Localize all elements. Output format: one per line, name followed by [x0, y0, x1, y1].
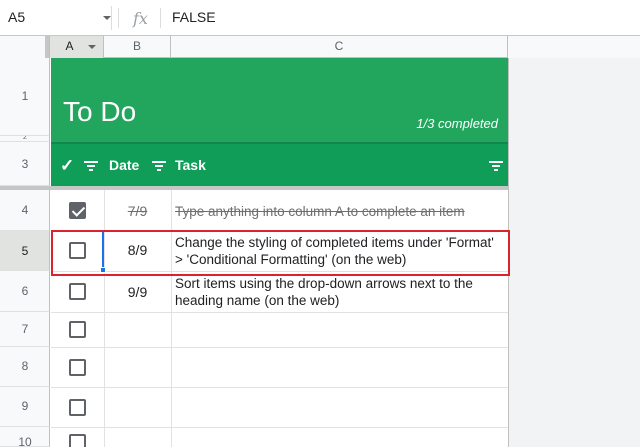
check-column-header: ✓ — [60, 156, 75, 175]
task-grid — [51, 190, 508, 447]
formula-input[interactable]: FALSE — [172, 9, 216, 25]
row-header-1[interactable]: 1 — [0, 58, 50, 136]
task-date[interactable]: 9/9 — [104, 284, 171, 300]
chevron-down-icon[interactable] — [100, 8, 114, 28]
row-header-3[interactable]: 3 — [0, 142, 50, 186]
table-header-row: ✓ Date Task — [51, 142, 508, 186]
task-checkbox[interactable] — [69, 359, 86, 376]
title-band[interactable]: To Do 1/3 completed — [51, 58, 508, 142]
task-text[interactable]: Type anything into column A to complete … — [175, 203, 505, 220]
date-column-header: Date — [109, 157, 140, 173]
cell-reference[interactable]: A5 — [8, 9, 25, 25]
row-header-5[interactable]: 5 — [0, 231, 50, 271]
row-header-4[interactable]: 4 — [0, 190, 50, 231]
name-box[interactable]: A5 — [4, 6, 112, 30]
column-header-c[interactable]: C — [171, 36, 508, 58]
task-text[interactable]: Sort items using the drop-down arrows ne… — [175, 275, 505, 309]
out-of-range-area — [508, 58, 640, 447]
task-checkbox[interactable] — [69, 399, 86, 416]
completion-status: 1/3 completed — [416, 116, 498, 131]
formula-bar: A5 fx FALSE — [0, 0, 640, 36]
row-header-8[interactable]: 8 — [0, 347, 50, 387]
formula-bar-divider — [160, 8, 161, 28]
filter-icon[interactable] — [84, 160, 98, 172]
task-date[interactable]: 7/9 — [104, 203, 171, 219]
select-all-corner[interactable] — [0, 36, 50, 58]
column-header-row: A B C — [0, 36, 640, 58]
highlight-annotation — [51, 230, 510, 276]
filter-icon[interactable] — [489, 160, 503, 172]
row-header-6[interactable]: 6 — [0, 271, 50, 312]
task-column-header: Task — [175, 157, 206, 173]
function-icon: fx — [132, 9, 148, 28]
formula-bar-divider — [118, 8, 119, 28]
column-header-b[interactable]: B — [104, 36, 171, 58]
task-checkbox[interactable] — [69, 321, 86, 338]
task-checkbox[interactable] — [69, 434, 86, 447]
page-title: To Do — [63, 96, 137, 127]
task-checkbox-checked[interactable] — [69, 202, 86, 219]
svg-text:fx: fx — [132, 9, 148, 28]
task-checkbox[interactable] — [69, 283, 86, 300]
chevron-down-icon[interactable] — [86, 41, 98, 53]
row-header-7[interactable]: 7 — [0, 312, 50, 347]
row-header-10[interactable]: 10 — [0, 427, 50, 447]
row-header-9[interactable]: 9 — [0, 387, 50, 427]
filter-icon[interactable] — [152, 160, 166, 172]
